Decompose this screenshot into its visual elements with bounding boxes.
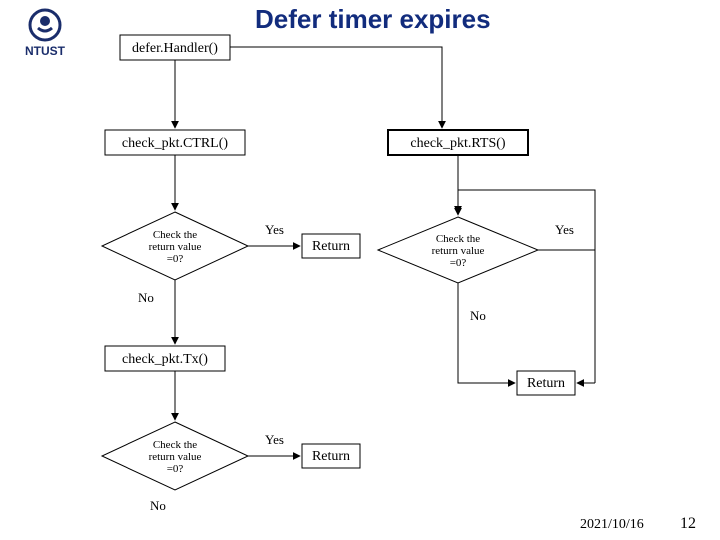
svg-text:=0?: =0? bbox=[450, 257, 467, 269]
decision-ctrl: Check the return value =0? bbox=[102, 212, 248, 280]
svg-text:Return: Return bbox=[312, 449, 350, 464]
svg-text:return value: return value bbox=[149, 451, 202, 463]
label-yes-1: Yes bbox=[265, 222, 284, 237]
svg-text:Return: Return bbox=[312, 239, 350, 254]
node-return-2: Return bbox=[302, 444, 360, 468]
label-no-3: No bbox=[470, 308, 486, 323]
node-rts: check_pkt.RTS() bbox=[388, 130, 528, 155]
node-ctrl: check_pkt.CTRL() bbox=[105, 130, 245, 155]
node-start: defer.Handler() bbox=[120, 35, 230, 60]
svg-text:Check the: Check the bbox=[153, 439, 197, 451]
svg-text:=0?: =0? bbox=[167, 253, 184, 265]
footer-slide: 12 bbox=[680, 515, 696, 532]
svg-text:Check the: Check the bbox=[153, 229, 197, 241]
node-tx: check_pkt.Tx() bbox=[105, 346, 225, 371]
svg-text:Check the: Check the bbox=[436, 233, 480, 245]
ntust-logo: NTUST bbox=[25, 10, 66, 58]
svg-text:Return: Return bbox=[527, 376, 565, 391]
node-return-3: Return bbox=[517, 371, 575, 395]
footer-date: 2021/10/16 bbox=[580, 517, 644, 532]
svg-text:return value: return value bbox=[149, 241, 202, 253]
label-yes-2: Yes bbox=[265, 432, 284, 447]
svg-text:check_pkt.RTS(): check_pkt.RTS() bbox=[410, 136, 506, 151]
logo-text: NTUST bbox=[25, 44, 66, 58]
svg-text:return value: return value bbox=[432, 245, 485, 257]
node-return-1: Return bbox=[302, 234, 360, 258]
flowchart-canvas: NTUST Defer timer expires defer.Handler(… bbox=[0, 0, 720, 540]
decision-rts: Check the return value =0? bbox=[378, 217, 538, 283]
slide-title: Defer timer expires bbox=[255, 4, 491, 34]
svg-text:check_pkt.CTRL(): check_pkt.CTRL() bbox=[122, 136, 228, 151]
label-yes-3: Yes bbox=[555, 222, 574, 237]
svg-text:defer.Handler(): defer.Handler() bbox=[132, 41, 218, 56]
svg-text:check_pkt.Tx(): check_pkt.Tx() bbox=[122, 352, 208, 367]
decision-tx: Check the return value =0? bbox=[102, 422, 248, 490]
label-no-2: No bbox=[150, 498, 166, 513]
label-no-1: No bbox=[138, 290, 154, 305]
svg-text:=0?: =0? bbox=[167, 463, 184, 475]
